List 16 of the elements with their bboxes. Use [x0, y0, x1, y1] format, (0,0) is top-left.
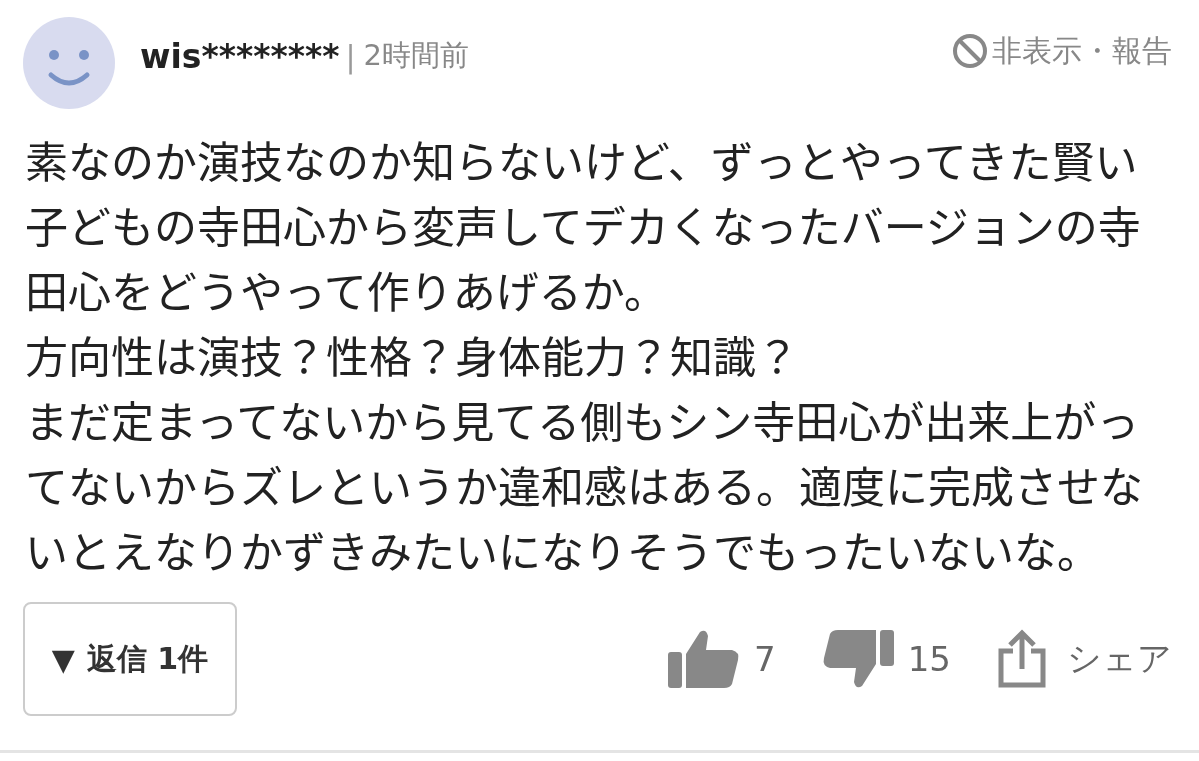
username[interactable]: wis******** — [140, 36, 340, 76]
share-link[interactable]: シェア — [1067, 636, 1172, 682]
reply-button[interactable]: ▼ 返信 1件 — [23, 602, 237, 716]
prohibited-icon[interactable] — [952, 33, 988, 69]
dislike-count: 15 — [907, 639, 951, 679]
timestamp: 2時間前 — [363, 37, 470, 74]
comment-text: 素なのか演技なのか知らないけど、ずっとやってきた賢い子どもの寺田心から変声してデカくなったバージョンの寺田心をどうやって作りあげるか。 — [25, 127, 1142, 322]
comment-text: まだ定まってないから見てる側もシン寺田心が出来上がってないからズレというか違和感はある。適度に完成させないとえなりかずきみたいになりそうでもったいないな。 — [25, 387, 1144, 582]
avatar-icon — [23, 17, 115, 109]
comment-text: 方向性は演技？性格？身体能力？知識？ — [25, 322, 800, 387]
hide-report-link[interactable]: 非表示・報告 — [992, 30, 1172, 72]
share-icon[interactable] — [997, 629, 1047, 689]
thumbs-up-icon[interactable] — [668, 628, 741, 690]
separator: | — [345, 38, 356, 74]
thumbs-down-icon[interactable] — [821, 628, 894, 690]
like-count: 7 — [754, 639, 776, 679]
